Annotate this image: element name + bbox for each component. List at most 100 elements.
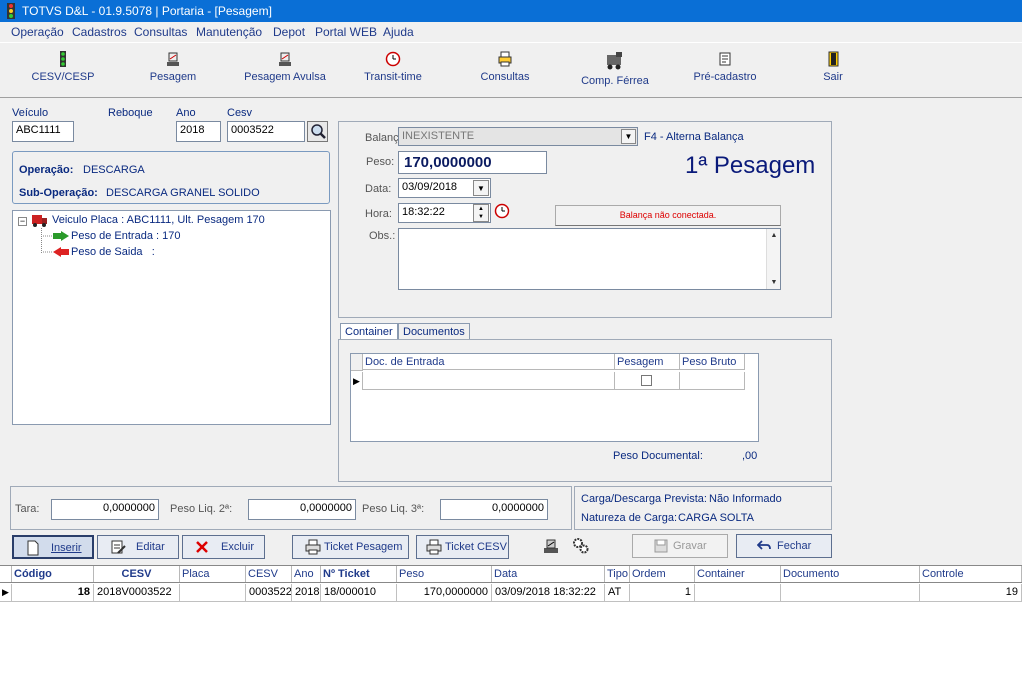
tara-input[interactable]: 0,0000000 xyxy=(51,499,159,520)
cell-documento[interactable] xyxy=(781,584,920,601)
scale-icon xyxy=(167,52,179,66)
col-cesv2[interactable]: CESV xyxy=(246,566,292,582)
excluir-button[interactable]: Excluir xyxy=(182,535,265,559)
cell-tipo[interactable]: AT xyxy=(605,584,630,601)
cell-cesv2[interactable]: 0003522 xyxy=(246,584,292,601)
arrow-right-green-icon xyxy=(43,231,69,241)
arrow-left-red-icon xyxy=(43,247,69,257)
col-ordem[interactable]: Ordem xyxy=(630,566,695,582)
tree-peso-entrada[interactable]: Peso de Entrada : 170 xyxy=(71,230,180,242)
doc-pesagem-cell xyxy=(615,372,680,390)
cesv-cesp-button[interactable]: CESV/CESP xyxy=(28,51,98,83)
totals-panel: Tara: 0,0000000 Peso Liq. 2ª: 0,0000000 … xyxy=(10,486,572,530)
clock-icon[interactable] xyxy=(494,203,510,219)
doc-entrada-header[interactable]: Doc. de Entrada xyxy=(363,354,615,370)
menu-operacao[interactable]: Operação xyxy=(11,25,64,39)
comp-ferrea-button[interactable]: Comp. Férrea xyxy=(575,51,655,87)
tree-root-vehicle[interactable]: Veiculo Placa : ABC1111, Ult. Pesagem 17… xyxy=(52,214,265,226)
search-button[interactable] xyxy=(307,121,328,142)
balanca-select[interactable]: INEXISTENTE xyxy=(398,127,638,146)
cell-ticket[interactable]: 18/000010 xyxy=(321,584,397,601)
window-title: TOTVS D&L - 01.9.5078 | Portaria - [Pesa… xyxy=(22,4,272,18)
menu-portal-web[interactable]: Portal WEB xyxy=(315,25,377,39)
cell-container[interactable] xyxy=(695,584,781,601)
tab-documentos[interactable]: Documentos xyxy=(398,323,470,339)
col-placa[interactable]: Placa xyxy=(180,566,246,582)
menu-ajuda[interactable]: Ajuda xyxy=(383,25,414,39)
table-row[interactable]: ▶ 18 2018V0003522 0003522 2018 18/000010… xyxy=(0,584,1022,602)
liq3-input[interactable]: 0,0000000 xyxy=(440,499,548,520)
gravar-button[interactable]: Gravar xyxy=(632,534,728,558)
obs-textarea[interactable]: ▲ ▼ xyxy=(398,228,781,290)
col-codigo[interactable]: Código xyxy=(12,566,94,582)
cell-ano[interactable]: 2018 xyxy=(292,584,321,601)
col-container[interactable]: Container xyxy=(695,566,781,582)
veiculo-input[interactable]: ABC1111 xyxy=(12,121,74,142)
cesv-label: Cesv xyxy=(227,107,253,119)
cell-cesv[interactable]: 2018V0003522 xyxy=(94,584,180,601)
sair-label: Sair xyxy=(823,71,843,83)
col-ano[interactable]: Ano xyxy=(292,566,321,582)
liq2-input[interactable]: 0,0000000 xyxy=(248,499,356,520)
cell-data[interactable]: 03/09/2018 18:32:22 xyxy=(492,584,605,601)
tree-peso-saida[interactable]: Peso de Saida : xyxy=(71,246,155,258)
chevron-down-icon[interactable]: ▼ xyxy=(621,129,636,144)
col-controle[interactable]: Controle xyxy=(920,566,1022,582)
sair-button[interactable]: Sair xyxy=(808,51,858,83)
pesagem-button[interactable]: Pesagem xyxy=(138,51,208,83)
col-tipo[interactable]: Tipo xyxy=(605,566,630,582)
inserir-button[interactable]: Inserir xyxy=(12,535,94,559)
gears-icon[interactable] xyxy=(572,537,590,555)
time-spinner-icon[interactable]: ▲ ▼ xyxy=(473,204,489,222)
tree-collapse-toggle[interactable]: − xyxy=(18,217,27,226)
printer-icon xyxy=(498,51,512,67)
menu-cadastros[interactable]: Cadastros xyxy=(72,25,127,39)
exit-door-icon xyxy=(828,51,839,67)
ano-label: Ano xyxy=(176,107,196,119)
fechar-button[interactable]: Fechar xyxy=(736,534,832,558)
doc-peso-bruto-cell[interactable] xyxy=(680,372,745,390)
doc-peso-bruto-header[interactable]: Peso Bruto xyxy=(680,354,745,370)
cell-controle[interactable]: 19 xyxy=(920,584,1022,601)
col-documento[interactable]: Documento xyxy=(781,566,920,582)
col-data[interactable]: Data xyxy=(492,566,605,582)
col-peso[interactable]: Peso xyxy=(397,566,492,582)
peso-input[interactable]: 170,0000000 xyxy=(398,151,547,174)
menu-consultas[interactable]: Consultas xyxy=(134,25,187,39)
col-cesv[interactable]: CESV xyxy=(94,566,180,582)
liq3-label: Peso Liq. 3ª: xyxy=(362,503,425,515)
obs-label: Obs.: xyxy=(369,230,396,242)
veiculo-label: Veículo xyxy=(12,107,49,119)
cell-codigo[interactable]: 18 xyxy=(12,584,94,601)
doc-pesagem-header[interactable]: Pesagem xyxy=(615,354,680,370)
consultas-button[interactable]: Consultas xyxy=(470,51,540,83)
cell-placa[interactable] xyxy=(180,584,246,601)
data-label: Data: xyxy=(365,183,392,195)
pesagem-title: 1ª Pesagem xyxy=(685,152,816,179)
cell-peso[interactable]: 170,0000000 xyxy=(397,584,492,601)
inserir-label: Inserir xyxy=(51,542,82,554)
ticket-cesv-button[interactable]: Ticket CESV xyxy=(416,535,509,559)
menu-manutencao[interactable]: Manutenção xyxy=(196,25,262,39)
ticket-pesagem-button[interactable]: Ticket Pesagem xyxy=(292,535,409,559)
doc-entrada-cell[interactable] xyxy=(363,372,615,390)
scale-small-icon[interactable] xyxy=(542,537,560,555)
transit-time-button[interactable]: Transit-time xyxy=(358,51,428,83)
natureza-label: Natureza de Carga: xyxy=(581,512,677,524)
obs-scrollbar[interactable]: ▲ ▼ xyxy=(766,229,780,289)
menu-depot[interactable]: Depot xyxy=(273,25,305,39)
calendar-dropdown-icon[interactable]: ▼ xyxy=(473,180,489,196)
pre-cadastro-button[interactable]: Pré-cadastro xyxy=(685,51,765,83)
ano-input[interactable]: 2018 xyxy=(176,121,221,142)
pesagem-avulsa-button[interactable]: Pesagem Avulsa xyxy=(240,51,330,83)
grid-corner xyxy=(0,566,12,582)
gravar-label: Gravar xyxy=(673,540,707,552)
doc-grid: Doc. de Entrada Pesagem Peso Bruto ▶ xyxy=(350,353,759,442)
tab-container[interactable]: Container xyxy=(340,323,398,339)
cell-ordem[interactable]: 1 xyxy=(630,584,695,601)
cesv-input[interactable]: 0003522 xyxy=(227,121,305,142)
balanca-status: Balança não conectada. xyxy=(555,205,781,226)
pesagem-checkbox[interactable] xyxy=(641,375,652,386)
editar-button[interactable]: Editar xyxy=(97,535,179,559)
col-ticket[interactable]: Nº Ticket xyxy=(321,566,397,582)
